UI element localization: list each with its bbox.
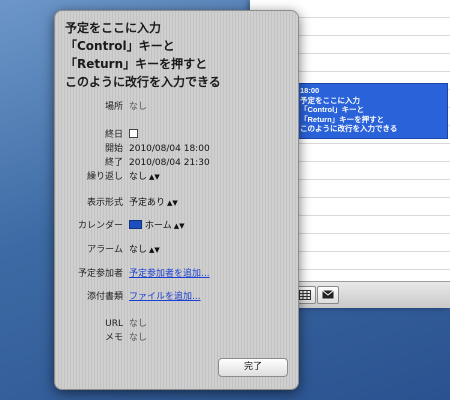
location-label: 場所 (104, 102, 123, 112)
title-line: 「Control」キーと (65, 39, 175, 53)
memo-value[interactable]: なし (129, 331, 147, 345)
updown-arrows-icon: ▲▼ (149, 173, 160, 181)
alarm-value: なし (129, 245, 148, 255)
attendees-label: 予定参加者 (77, 269, 123, 279)
updown-arrows-icon: ▲▼ (149, 246, 160, 254)
alarm-label: アラーム (87, 245, 123, 255)
attendees-row: 予定参加者 予定参加者を追加... (55, 267, 298, 281)
memo-label: メモ (104, 333, 123, 343)
repeat-value: なし (129, 172, 148, 182)
updown-arrows-icon: ▲▼ (173, 222, 185, 230)
allday-label: 終日 (104, 130, 123, 140)
start-row: 開始 2010/08/04 18:00 (55, 142, 298, 156)
start-datetime[interactable]: 2010/08/04 18:00 (129, 142, 210, 156)
calendar-event[interactable]: 18:00 予定をここに入力 「Control」キーと 「Return」キーを押… (296, 83, 448, 139)
add-attendees-link[interactable]: 予定参加者を追加... (129, 267, 210, 281)
event-line: このように改行を入力できる (300, 124, 398, 133)
url-value[interactable]: なし (129, 317, 147, 331)
title-line: 予定をここに入力 (65, 21, 162, 35)
event-title[interactable]: 予定をここに入力 「Control」キーと 「Return」キーを押すと このよ… (65, 19, 291, 91)
url-label: URL (105, 319, 123, 329)
add-file-link[interactable]: ファイルを追加... (129, 290, 201, 304)
attachments-label: 添付書類 (86, 292, 123, 302)
repeat-row: 繰り返し なし ▲▼ (55, 170, 298, 184)
allday-checkbox[interactable] (129, 129, 138, 138)
alarm-row: アラーム なし ▲▼ (55, 243, 298, 257)
calendar-label: カレンダー (77, 221, 123, 231)
event-time: 18:00 (300, 86, 320, 95)
location-row: 場所 なし (55, 100, 298, 114)
done-button[interactable]: 完了 (218, 358, 288, 377)
attachments-row: 添付書類 ファイルを追加... (55, 290, 298, 304)
show-as-select[interactable]: 予定あり ▲▼ (129, 196, 178, 210)
alarm-select[interactable]: なし ▲▼ (129, 243, 160, 257)
memo-row: メモ なし (55, 331, 298, 345)
allday-row: 終日 (55, 128, 298, 142)
calendar-value: ホーム (145, 221, 172, 231)
end-label: 終了 (104, 158, 123, 168)
updown-arrows-icon: ▲▼ (167, 199, 178, 207)
location-value[interactable]: なし (129, 100, 147, 114)
end-datetime[interactable]: 2010/08/04 21:30 (129, 156, 210, 170)
url-row: URL なし (55, 317, 298, 331)
calendar-color-swatch (129, 220, 142, 229)
title-line: このように改行を入力できる (65, 75, 221, 89)
show-as-label: 表示形式 (86, 198, 123, 208)
title-line: 「Return」キーを押すと (65, 57, 208, 71)
repeat-label: 繰り返し (86, 172, 123, 182)
calendar-select[interactable]: ホーム ▲▼ (129, 219, 185, 233)
calendar-row: カレンダー ホーム ▲▼ (55, 219, 298, 233)
event-line: 予定をここに入力 (300, 95, 360, 105)
repeat-select[interactable]: なし ▲▼ (129, 170, 160, 184)
mail-icon[interactable] (317, 286, 339, 304)
start-label: 開始 (104, 144, 123, 154)
event-line: 「Control」キーと (300, 105, 365, 114)
show-as-value: 予定あり (129, 198, 166, 208)
event-info-popover: 予定をここに入力 「Control」キーと 「Return」キーを押すと このよ… (54, 10, 299, 390)
end-row: 終了 2010/08/04 21:30 (55, 156, 298, 170)
show-as-row: 表示形式 予定あり ▲▼ (55, 196, 298, 210)
event-line: 「Return」キーを押すと (300, 114, 385, 124)
